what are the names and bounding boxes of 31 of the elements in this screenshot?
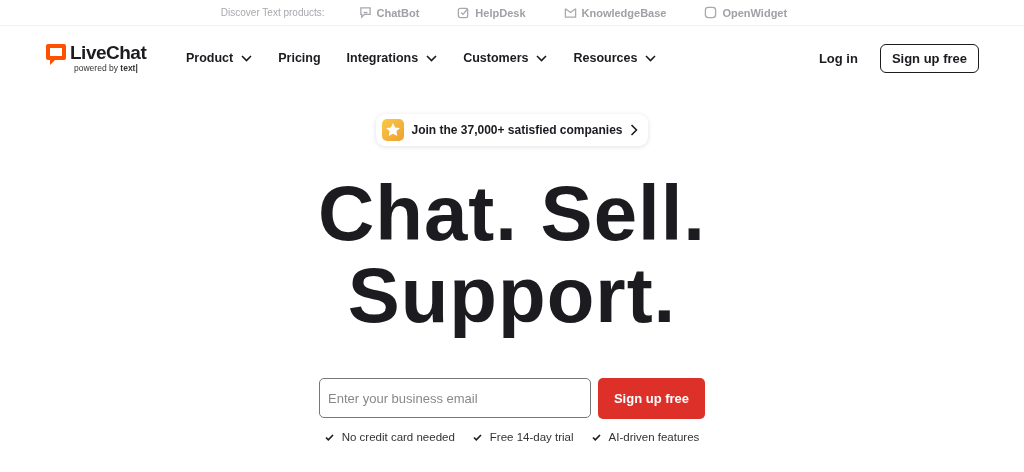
book-icon (563, 6, 577, 19)
caret-icon (645, 54, 657, 62)
products-label: Discover Text products: (220, 7, 325, 18)
login-link[interactable]: Log in (818, 50, 858, 66)
nav-item[interactable]: Customers (463, 51, 548, 65)
signup-button[interactable]: Sign up free (598, 378, 705, 419)
social-proof-badge[interactable]: Join the 37,000+ satisfied companies (376, 114, 648, 146)
logo-wordmark[interactable]: LiveChat (70, 42, 147, 63)
signup-button[interactable]: Sign up free (879, 43, 979, 73)
caret-icon (426, 54, 438, 62)
widget-icon (704, 6, 718, 19)
chat-bubble-logo-icon (45, 43, 67, 67)
email-field[interactable]: Enter your business email (319, 378, 591, 418)
checkmark-icon (324, 433, 334, 441)
checkmark-icon (591, 433, 601, 441)
headline: Chat. Sell. (317, 172, 707, 254)
headline: Support. (346, 254, 678, 336)
nav-item[interactable]: Product (186, 51, 253, 65)
checkbox-icon (457, 6, 471, 19)
feature-text: Free 14-day trial (489, 431, 574, 443)
chat-bubble-icon (358, 6, 372, 19)
chevron-right-icon (629, 124, 638, 136)
caret-icon (536, 54, 548, 62)
logo-tagline: powered by text| (74, 63, 139, 73)
feature-text: No credit card needed (341, 431, 455, 443)
nav-item[interactable]: Pricing (278, 51, 321, 65)
checkmark-icon (472, 433, 482, 441)
feature-text: AI-driven features (608, 431, 700, 443)
nav-item[interactable]: Integrations (346, 51, 438, 65)
nav-item[interactable]: Resources (573, 51, 657, 65)
caret-icon (241, 54, 253, 62)
